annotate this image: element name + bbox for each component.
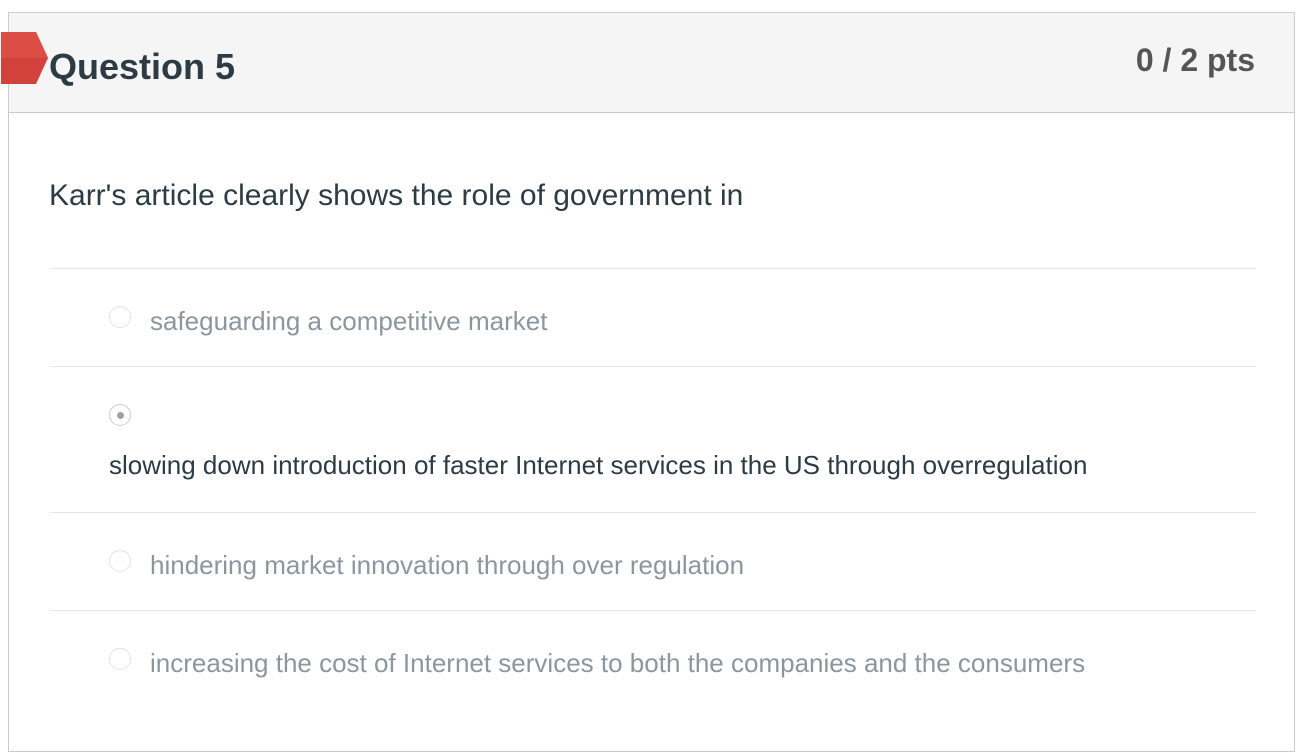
answer-list: safeguarding a competitive market slowin… — [50, 268, 1256, 708]
radio-button-selected[interactable] — [109, 404, 131, 426]
answer-label: hindering market innovation through over… — [150, 550, 745, 580]
quiz-question-card: Question 5 0 / 2 pts Karr's article clea… — [1, 12, 1295, 752]
answer-option[interactable]: increasing the cost of Internet services… — [50, 611, 1256, 708]
answer-option[interactable]: hindering market innovation through over… — [50, 513, 1256, 610]
answer-label: increasing the cost of Internet services… — [150, 648, 1086, 678]
answer-option[interactable]: safeguarding a competitive market — [50, 269, 1256, 366]
question-header: Question 5 0 / 2 pts — [1, 13, 1294, 113]
question-text: Karr's article clearly shows the role of… — [49, 179, 744, 212]
radio-button[interactable] — [109, 306, 131, 328]
question-points: 0 / 2 pts — [1135, 42, 1255, 78]
radio-button[interactable] — [109, 550, 131, 572]
answer-option-selected[interactable]: slowing down introduction of faster Inte… — [50, 367, 1256, 512]
incorrect-flag-icon — [1, 32, 48, 84]
answer-label: slowing down introduction of faster Inte… — [109, 450, 1088, 480]
question-title: Question 5 — [49, 46, 236, 87]
answer-label: safeguarding a competitive market — [150, 306, 548, 336]
radio-button[interactable] — [109, 648, 131, 670]
